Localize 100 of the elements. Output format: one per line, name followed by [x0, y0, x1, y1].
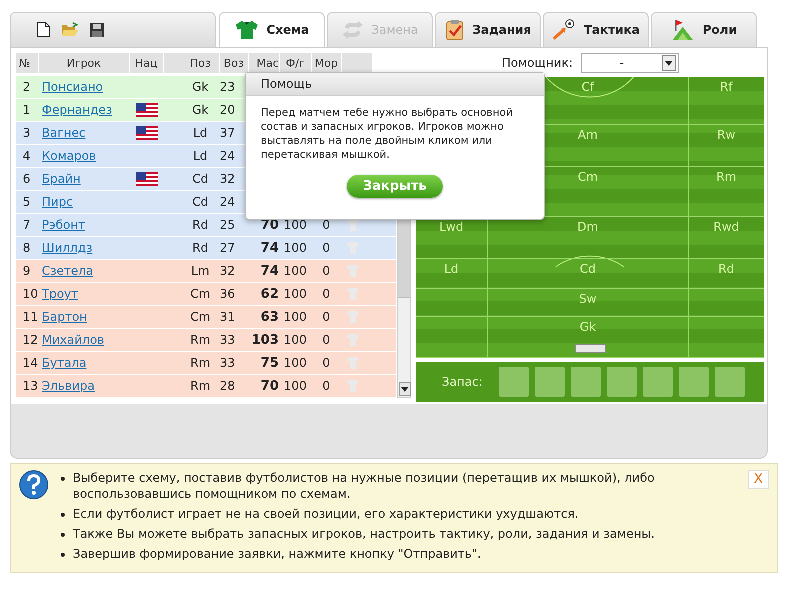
tab[interactable]: Задания	[435, 12, 541, 47]
table-cell-text: 13	[22, 378, 38, 395]
table-cell-text: 36	[220, 286, 236, 303]
table-row[interactable]: 9 Сзетела Lm 32 74 100 0	[16, 260, 396, 282]
position-label: Rf	[720, 80, 733, 94]
ball-arrow-icon	[552, 19, 576, 41]
save-icon[interactable]	[89, 22, 105, 38]
player-link[interactable]: Брайн	[42, 172, 81, 186]
player-link[interactable]: Троут	[42, 287, 78, 301]
table-cell-text: 0	[322, 240, 332, 257]
column-header[interactable]: Мас	[249, 53, 279, 73]
player-link[interactable]: Бутала	[42, 356, 87, 370]
table-cell-text: 10	[22, 286, 38, 303]
scroll-down-icon[interactable]	[399, 382, 411, 396]
player-link[interactable]: Шиллдз	[42, 241, 93, 255]
table-row[interactable]: 13 Эльвира Rm 28 70 100 0	[16, 375, 396, 397]
table-cell-text: Lm	[190, 263, 211, 280]
player-link[interactable]: Михайлов	[42, 333, 104, 347]
player-link[interactable]: Сзетела	[42, 264, 94, 278]
player-link[interactable]: Пирс	[42, 195, 74, 209]
position-label: Rm	[716, 170, 737, 184]
column-header[interactable]: Мор	[312, 53, 341, 73]
reserve-slot[interactable]	[498, 367, 529, 397]
position-label: Rwd	[714, 220, 740, 234]
reserve-slot[interactable]	[534, 367, 565, 397]
table-cell-text: 31	[220, 309, 236, 326]
player-link[interactable]: Бартон	[42, 310, 88, 324]
table-cell-text: 27	[220, 240, 236, 257]
pitch-zone[interactable]: Rw	[689, 125, 764, 167]
table-row[interactable]: 14 Бутала Rm 33 75 100 0	[16, 352, 396, 374]
table-cell-text: 63	[260, 308, 279, 326]
table-row[interactable]: 8 Шиллдз Rd 27 74 100 0	[16, 237, 396, 259]
player-link[interactable]: Понсиано	[42, 80, 104, 94]
player-link[interactable]: Фернандез	[42, 103, 112, 117]
reserve-slot[interactable]	[678, 367, 709, 397]
column-header[interactable]: Ф/г	[280, 53, 311, 73]
column-header[interactable]: Поз	[164, 53, 219, 73]
pitch-zone[interactable]	[416, 317, 488, 358]
table-cell-text: 100	[283, 332, 308, 349]
pitch-zone[interactable]: Rd	[689, 259, 764, 289]
swap-arrows-icon	[342, 21, 364, 39]
pitch-zone[interactable]: Rm	[689, 167, 764, 217]
pitch-zone[interactable]: Ld	[416, 259, 488, 289]
table-cell-text: 0	[322, 286, 332, 303]
column-header[interactable]: №	[16, 53, 38, 73]
reserve-slot[interactable]	[606, 367, 637, 397]
pitch-zone[interactable]: Rwd	[689, 217, 764, 259]
table-cell-text: 0	[322, 263, 332, 280]
table-cell-text: 8	[22, 240, 32, 257]
table-cell-text: 11	[22, 309, 38, 326]
table-row[interactable]: 12 Михайлов Rm 33 103 100 0	[16, 329, 396, 351]
table-cell-text: 33	[220, 332, 236, 349]
table-cell-text: 9	[22, 263, 32, 280]
shirt-icon	[346, 287, 360, 301]
dialog-title: Помощь	[246, 73, 544, 96]
table-row[interactable]: 11 Бартон Cm 31 63 100 0	[16, 306, 396, 328]
helper-label: Помощник:	[502, 56, 573, 70]
table-cell-text: 100	[283, 309, 308, 326]
column-header[interactable]: Нац	[130, 53, 163, 73]
close-button[interactable]: X	[748, 470, 769, 489]
reserve-slot[interactable]	[714, 367, 745, 397]
player-link[interactable]: Вагнес	[42, 126, 86, 140]
table-cell-text: 37	[220, 125, 236, 142]
table-cell-text: 20	[220, 102, 236, 119]
table-cell-text: 100	[283, 240, 308, 257]
pitch-zone[interactable]: Gk	[488, 317, 689, 358]
shirt-icon	[346, 379, 360, 393]
table-cell-text: Cm	[189, 286, 212, 303]
bullet-icon	[61, 533, 65, 537]
table-cell-text: 5	[22, 194, 32, 211]
pitch-zone[interactable]: Sw	[488, 289, 689, 317]
player-link[interactable]: Комаров	[42, 149, 96, 163]
table-cell-text: Ld	[192, 148, 209, 165]
position-label: Cd	[580, 262, 596, 276]
pitch-zone[interactable]: Rf	[689, 77, 764, 125]
shirt-icon	[346, 218, 360, 232]
helper-select[interactable]: -	[581, 53, 679, 73]
header-cell	[342, 53, 372, 73]
open-folder-icon[interactable]	[61, 22, 79, 38]
column-header[interactable]: Игрок	[39, 53, 129, 73]
table-cell-text: Rm	[189, 355, 212, 372]
close-button[interactable]: Закрыть	[347, 175, 443, 198]
tab[interactable]: Схема	[219, 12, 325, 47]
shirt-icon	[346, 333, 360, 347]
new-document-icon[interactable]	[37, 22, 51, 38]
goal-icon	[576, 344, 606, 354]
pitch-zone[interactable]	[416, 289, 488, 317]
table-cell-text: 24	[220, 194, 236, 211]
table-cell-text: 100	[283, 378, 308, 395]
table-cell-text: 100	[283, 355, 308, 372]
table-row[interactable]: 10 Троут Cm 36 62 100 0	[16, 283, 396, 305]
player-link[interactable]: Рэбонт	[42, 218, 86, 232]
pitch-zone[interactable]: Cd	[488, 259, 689, 289]
table-cell-text: 103	[250, 332, 279, 350]
reserve-slot[interactable]	[570, 367, 601, 397]
reserve-slot[interactable]	[642, 367, 673, 397]
tab[interactable]: Тактика	[543, 12, 649, 47]
column-header[interactable]: Воз	[220, 53, 248, 73]
player-link[interactable]: Эльвира	[42, 379, 95, 393]
tab[interactable]: Роли	[651, 12, 757, 47]
